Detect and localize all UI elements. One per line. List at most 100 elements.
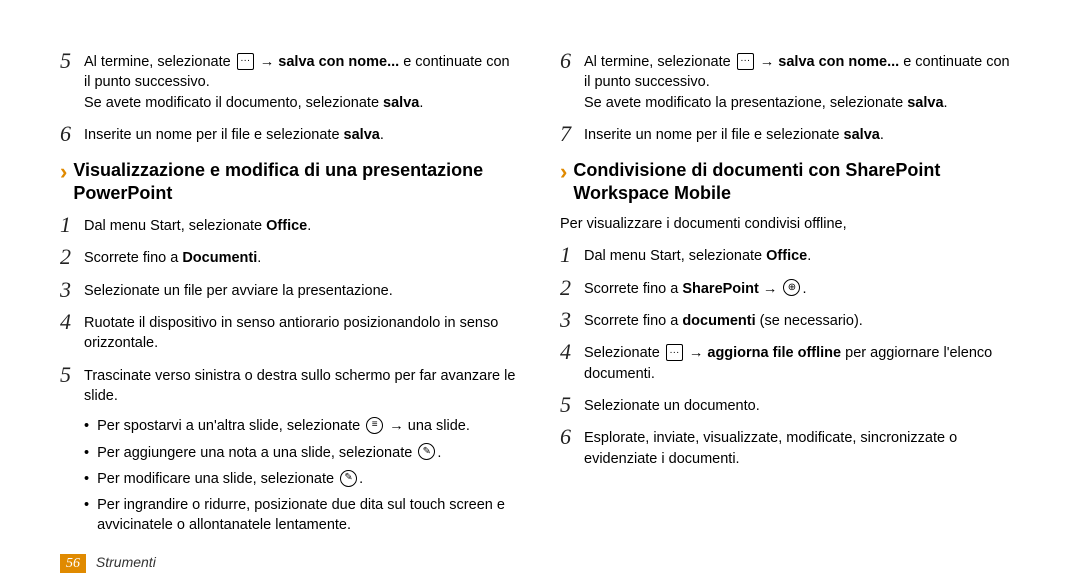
- bold-text: salva con nome...: [778, 54, 899, 70]
- text: Scorrete fino a: [584, 281, 682, 297]
- step-text: Scorrete fino a documenti (se necessario…: [584, 309, 1020, 331]
- step-text: Selezionate un file per avviare la prese…: [84, 279, 520, 301]
- step-text: Inserite un nome per il file e seleziona…: [84, 123, 520, 145]
- right-s1: 1 Dal menu Start, selezionate Office.: [560, 244, 1020, 266]
- left-s4: 4 Ruotate il dispositivo in senso antior…: [60, 311, 520, 354]
- sub-text: Se avete modificato il documento, selezi…: [84, 93, 520, 113]
- left-step-6: 6 Inserite un nome per il file e selezio…: [60, 123, 520, 145]
- sub-text: Se avete modificato la presentazione, se…: [584, 93, 1020, 113]
- bold-text: SharePoint: [682, 281, 759, 297]
- step-text: Selezionate ··· → aggiorna file offline …: [584, 341, 1020, 384]
- text: Per aggiungere una nota a una slide, sel…: [97, 445, 416, 461]
- step-number: 2: [560, 277, 584, 299]
- text: .: [802, 281, 806, 297]
- step-text: Esplorate, inviate, visualizzate, modifi…: [584, 426, 1020, 469]
- step-text: Scorrete fino a SharePoint → ⊕.: [584, 277, 1020, 299]
- intro-text: Per visualizzare i documenti condivisi o…: [560, 214, 1020, 234]
- right-s5: 5 Selezionate un documento.: [560, 394, 1020, 416]
- left-step-5: 5 Al termine, selezionate ··· → salva co…: [60, 50, 520, 113]
- text: .: [880, 127, 884, 143]
- text: .: [419, 95, 423, 111]
- left-s1: 1 Dal menu Start, selezionate Office.: [60, 214, 520, 236]
- text: Al termine, selezionate: [584, 54, 735, 70]
- step-number: 6: [560, 426, 584, 448]
- step-number: 7: [560, 123, 584, 145]
- dots-icon: ···: [666, 344, 683, 361]
- text: Per spostarvi a un'altra slide, selezion…: [97, 418, 364, 434]
- step-text: Al termine, selezionate ··· → salva con …: [584, 50, 1020, 113]
- step-number: 1: [60, 214, 84, 236]
- text: .: [807, 248, 811, 264]
- step-number: 4: [60, 311, 84, 333]
- bold-text: Documenti: [182, 250, 257, 266]
- page-columns: 5 Al termine, selezionate ··· → salva co…: [60, 50, 1020, 542]
- bold-text: salva: [844, 127, 880, 143]
- step-text: Scorrete fino a Documenti.: [84, 246, 520, 268]
- step-text: Al termine, selezionate ··· → salva con …: [84, 50, 520, 113]
- all-icon: ⊕: [783, 279, 800, 296]
- bullet-4: Per ingrandire o ridurre, posizionate du…: [84, 495, 520, 536]
- step-number: 5: [560, 394, 584, 416]
- section-title: Visualizzazione e modifica di una presen…: [73, 159, 520, 204]
- right-s3: 3 Scorrete fino a documenti (se necessar…: [560, 309, 1020, 331]
- right-column: 6 Al termine, selezionate ··· → salva co…: [560, 50, 1020, 542]
- text: → una slide.: [385, 418, 470, 434]
- text: Inserite un nome per il file e seleziona…: [584, 127, 844, 143]
- bold-text: salva: [907, 95, 943, 111]
- right-s2: 2 Scorrete fino a SharePoint → ⊕.: [560, 277, 1020, 299]
- bold-text: documenti: [682, 313, 755, 329]
- bullet-text: Per ingrandire o ridurre, posizionate du…: [97, 495, 520, 536]
- text: Dal menu Start, selezionate: [584, 248, 766, 264]
- footer-label: Strumenti: [96, 554, 156, 570]
- text: Scorrete fino a: [84, 250, 182, 266]
- bullet-2: Per aggiungere una nota a una slide, sel…: [84, 443, 520, 463]
- section-heading-left: › Visualizzazione e modifica di una pres…: [60, 159, 520, 204]
- text: .: [437, 445, 441, 461]
- edit-icon: ✎: [340, 470, 357, 487]
- step-number: 2: [60, 246, 84, 268]
- left-s3: 3 Selezionate un file per avviare la pre…: [60, 279, 520, 301]
- step-text: Selezionate un documento.: [584, 394, 1020, 416]
- text: Inserite un nome per il file e seleziona…: [84, 127, 344, 143]
- right-s4: 4 Selezionate ··· → aggiorna file offlin…: [560, 341, 1020, 384]
- step-number: 5: [60, 50, 84, 72]
- page-footer: 56 Strumenti: [60, 553, 156, 574]
- note-icon: ✎: [418, 443, 435, 460]
- step-text: Trascinate verso sinistra o destra sullo…: [84, 364, 520, 407]
- step-number: 4: [560, 341, 584, 363]
- chevron-icon: ›: [560, 159, 567, 185]
- text: →: [260, 54, 279, 70]
- step-text: Dal menu Start, selezionate Office.: [84, 214, 520, 236]
- bullet-text: Per modificare una slide, selezionate ✎.: [97, 469, 363, 489]
- text: Per modificare una slide, selezionate: [97, 471, 338, 487]
- text: Selezionate: [584, 345, 664, 361]
- bullet-text: Per aggiungere una nota a una slide, sel…: [97, 443, 441, 463]
- step-number: 6: [560, 50, 584, 72]
- left-s5: 5 Trascinate verso sinistra o destra sul…: [60, 364, 520, 407]
- step-number: 5: [60, 364, 84, 386]
- bullet-text: Per spostarvi a un'altra slide, selezion…: [97, 416, 470, 436]
- left-column: 5 Al termine, selezionate ··· → salva co…: [60, 50, 520, 542]
- bullet-3: Per modificare una slide, selezionate ✎.: [84, 469, 520, 489]
- bold-text: Office: [266, 218, 307, 234]
- page-number: 56: [60, 554, 86, 573]
- bold-text: Office: [766, 248, 807, 264]
- section-heading-right: › Condivisione di documenti con SharePoi…: [560, 159, 1020, 204]
- text: Se avete modificato il documento, selezi…: [84, 95, 383, 111]
- text: Scorrete fino a: [584, 313, 682, 329]
- step-number: 6: [60, 123, 84, 145]
- dots-icon: ···: [237, 53, 254, 70]
- bold-text: aggiorna file offline: [707, 345, 841, 361]
- text: .: [307, 218, 311, 234]
- section-title: Condivisione di documenti con SharePoint…: [573, 159, 1020, 204]
- text: →: [685, 345, 708, 361]
- step-text: Inserite un nome per il file e seleziona…: [584, 123, 1020, 145]
- chevron-icon: ›: [60, 159, 67, 185]
- right-step-6: 6 Al termine, selezionate ··· → salva co…: [560, 50, 1020, 113]
- text: .: [944, 95, 948, 111]
- text: →: [759, 281, 782, 297]
- step-number: 3: [560, 309, 584, 331]
- step-text: Dal menu Start, selezionate Office.: [584, 244, 1020, 266]
- text: →: [760, 54, 779, 70]
- step-text: Ruotate il dispositivo in senso antiorar…: [84, 311, 520, 354]
